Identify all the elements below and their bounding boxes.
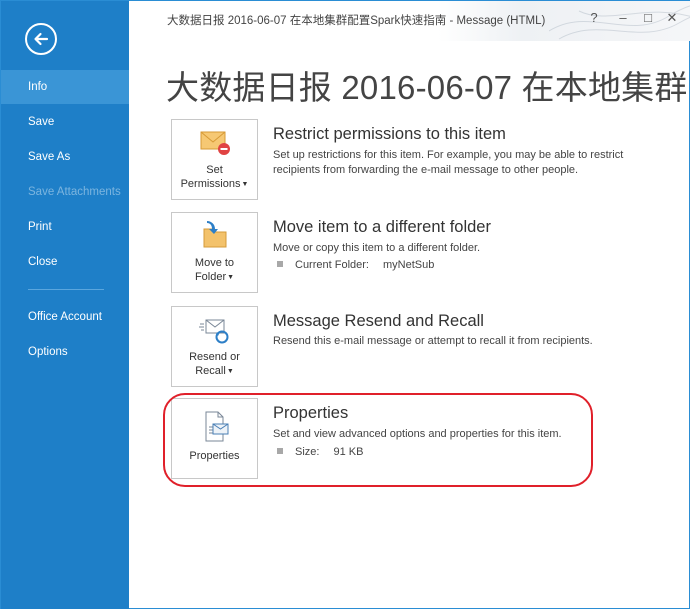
nav-item-save-attachments: Save Attachments: [28, 186, 121, 198]
resend-recall-description: Resend this e-mail message or attempt to…: [273, 335, 593, 347]
envelope-restrict-icon: [200, 131, 230, 155]
maximize-button[interactable]: □: [640, 10, 656, 25]
permissions-description: Set up restrictions for this item. For e…: [273, 149, 624, 176]
current-folder-property: Current Folder: myNetSub: [277, 259, 434, 271]
dropdown-caret-icon: ▼: [241, 181, 249, 188]
highlight-annotation: [163, 393, 593, 487]
permissions-title: Restrict permissions to this item: [273, 125, 506, 143]
minimize-button[interactable]: –: [615, 10, 631, 25]
move-to-folder-button[interactable]: Move to Folder▼: [171, 212, 258, 293]
set-permissions-label-line2: Permissions: [180, 178, 241, 190]
resend-recall-title: Message Resend and Recall: [273, 312, 484, 330]
close-button[interactable]: ✕: [664, 10, 680, 26]
set-permissions-label-line1: Set: [206, 164, 223, 176]
resend-or-recall-button[interactable]: Resend or Recall▼: [171, 306, 258, 387]
resend-or-recall-label-line1: Resend or: [189, 351, 240, 363]
nav-item-save-as[interactable]: Save As: [1, 140, 129, 174]
current-folder-value: myNetSub: [382, 259, 435, 271]
resend-recall-icon: [198, 319, 228, 344]
current-folder-label: Current Folder:: [295, 259, 369, 271]
move-item-title: Move item to a different folder: [273, 218, 491, 236]
nav-item-office-account[interactable]: Office Account: [1, 300, 129, 334]
nav-divider: [28, 289, 104, 290]
dropdown-caret-icon: ▼: [227, 274, 235, 281]
bullet-icon: [277, 261, 283, 267]
set-permissions-button[interactable]: Set Permissions▼: [171, 119, 258, 200]
move-to-folder-label-line2: Folder: [194, 271, 227, 283]
move-to-folder-label-line1: Move to: [194, 257, 235, 269]
nav-item-options[interactable]: Options: [1, 335, 129, 369]
nav-item-save[interactable]: Save: [1, 105, 129, 139]
window-title: 大数据日报 2016-06-07 在本地集群配置Spark快速指南 - Mess…: [167, 15, 546, 27]
nav-item-close[interactable]: Close: [1, 245, 129, 279]
nav-item-print[interactable]: Print: [1, 210, 129, 244]
outlook-message-window: 大数据日报 2016-06-07 在本地集群配置Spark快速指南 - Mess…: [0, 0, 690, 609]
move-item-description: Move or copy this item to a different fo…: [273, 242, 481, 254]
nav-item-info[interactable]: Info: [1, 70, 129, 104]
dropdown-caret-icon: ▼: [226, 368, 234, 375]
folder-move-icon: [203, 221, 226, 248]
back-button[interactable]: [25, 23, 57, 55]
page-title: 大数据日报 2016-06-07 在本地集群配置Spark快速指南: [166, 69, 686, 106]
back-arrow-icon: [34, 32, 49, 46]
help-button[interactable]: ?: [586, 10, 602, 25]
backstage-nav: Info Save Save As Save Attachments Print…: [1, 1, 129, 609]
resend-or-recall-label-line2: Recall: [195, 365, 226, 377]
